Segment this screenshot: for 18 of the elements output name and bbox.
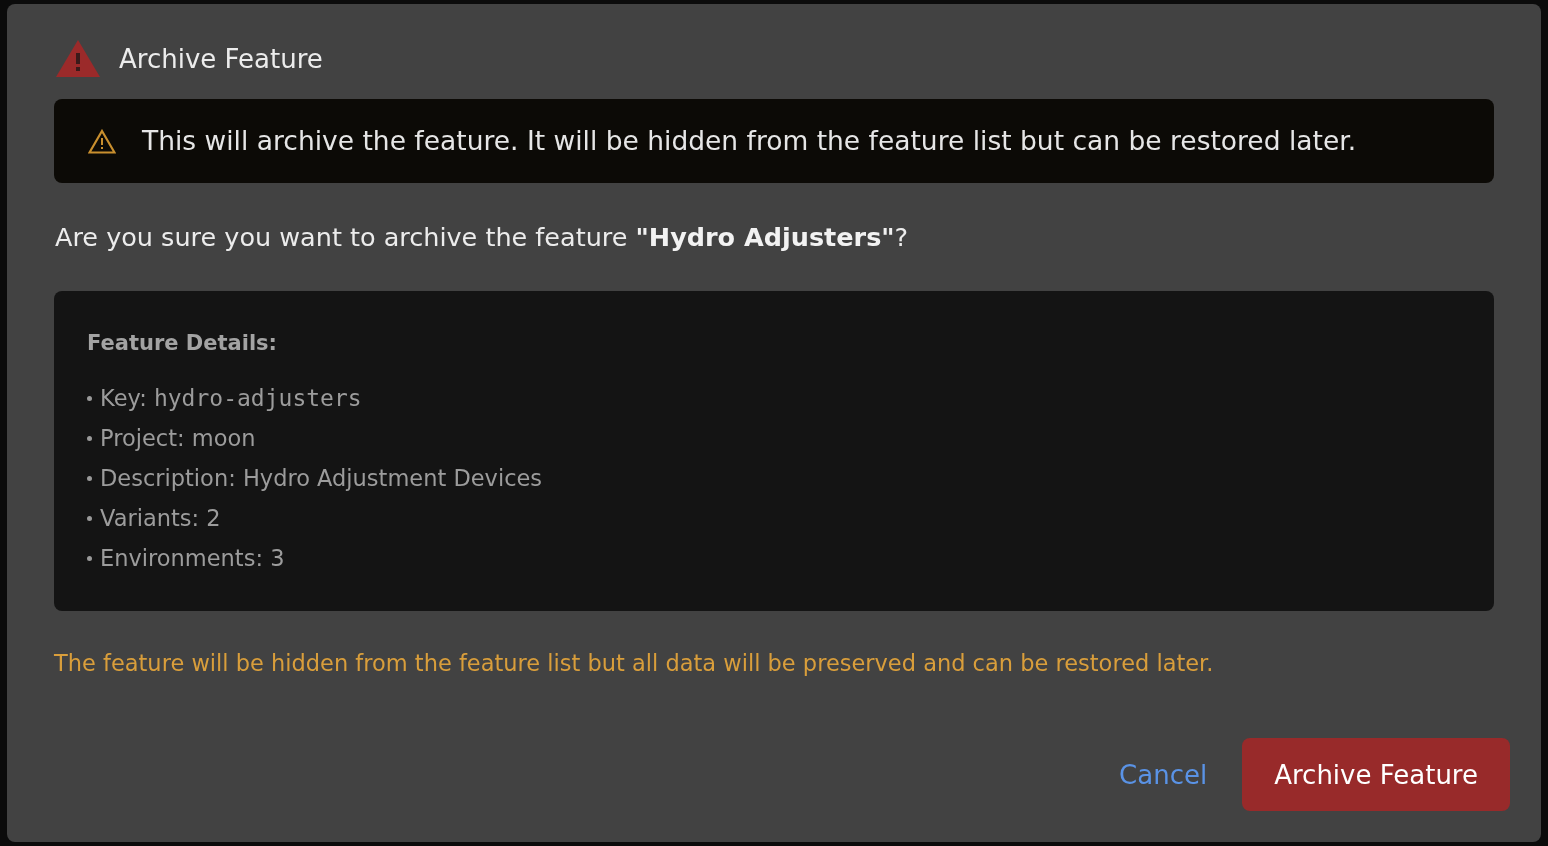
bullet-icon	[87, 515, 92, 521]
bullet-icon	[87, 555, 92, 561]
detail-text: Variants: 2	[100, 504, 221, 533]
details-heading: Feature Details:	[87, 330, 278, 357]
bullet-icon	[87, 435, 92, 441]
confirmation-question: Are you sure you want to archive the feature "Hydro Adjusters"?	[55, 221, 910, 253]
bullet-icon	[87, 395, 92, 401]
dialog-title: Archive Feature	[119, 42, 323, 76]
archive-note: The feature will be hidden from the feature list but all data will be preserved and can be restored later.	[54, 649, 1215, 678]
detail-text: Description: Hydro Adjustment Devices	[100, 464, 543, 493]
warning-icon	[56, 40, 100, 77]
warning-icon	[88, 128, 116, 154]
detail-text: Key: hydro-adjusters	[100, 384, 362, 413]
detail-text: Environments: 3	[100, 544, 285, 573]
detail-text: Project: moon	[100, 424, 256, 453]
bullet-icon	[87, 475, 92, 481]
warning-text: This will archive the feature. It will be hidden from the feature list but can be restored later.	[142, 125, 1357, 157]
archive-button[interactable]: Archive Feature	[1242, 738, 1510, 811]
